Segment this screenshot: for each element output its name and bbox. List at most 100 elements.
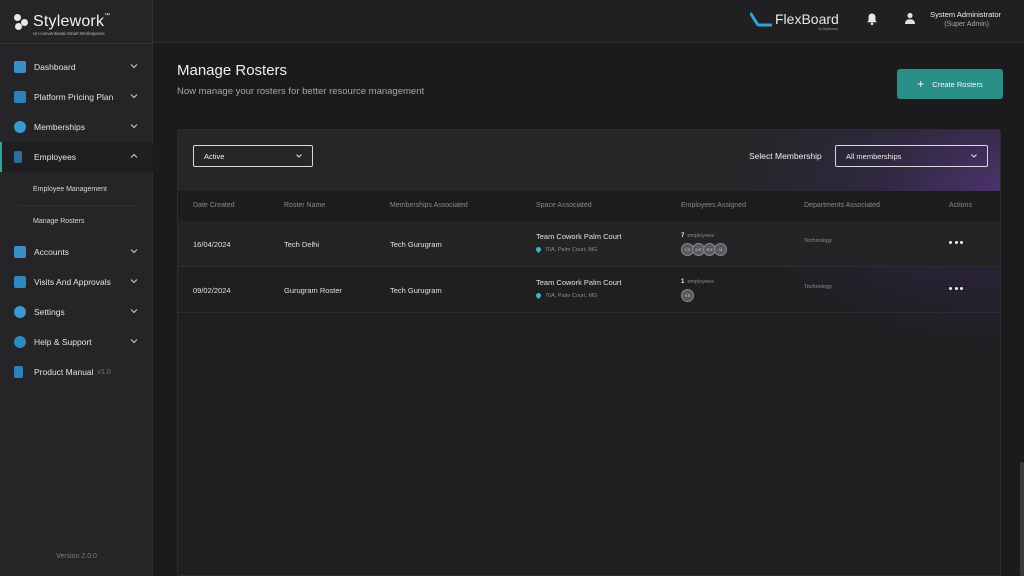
date-created: 16/04/2024 bbox=[193, 240, 231, 249]
sidebar-subitem-label: Employee Management bbox=[33, 186, 107, 193]
column-header[interactable]: Memberships Associated bbox=[390, 202, 468, 209]
roster-name: Gurugram Roster bbox=[284, 286, 342, 295]
sidebar-item-label: Product Manual bbox=[34, 367, 94, 377]
flexboard-logo-icon bbox=[750, 12, 772, 27]
flexboard-logo[interactable]: FlexBoard by Stylework bbox=[750, 10, 846, 32]
settings-icon bbox=[14, 306, 26, 318]
rosters-card: Active Select Membership All memberships… bbox=[177, 129, 1001, 576]
status-select[interactable]: Active bbox=[193, 145, 313, 167]
stylework-logo[interactable]: Stylework™ Un-conventional Smart Workspa… bbox=[14, 12, 144, 42]
department-associated: Technology bbox=[804, 238, 832, 244]
sidebar-item-label: Platform Pricing Plan bbox=[34, 92, 114, 102]
brand-trademark: ™ bbox=[104, 13, 111, 19]
sidebar-item-accounts[interactable]: Accounts bbox=[0, 237, 153, 267]
help-icon bbox=[14, 336, 26, 348]
sidebar-item-help-support[interactable]: Help & Support bbox=[0, 327, 153, 357]
avatar: V.S bbox=[681, 289, 694, 302]
space-location: 70A, Palm Court, MG bbox=[534, 246, 598, 254]
sidebar-nav: Dashboard Platform Pricing Plan Membersh… bbox=[0, 52, 153, 387]
brand-name: Stylework bbox=[33, 13, 105, 30]
chevron-down-icon bbox=[130, 339, 138, 344]
page-title: Manage Rosters bbox=[177, 62, 288, 79]
membership-select-value: All memberships bbox=[846, 151, 902, 161]
chevron-down-icon bbox=[971, 154, 977, 158]
chevron-down-icon bbox=[130, 64, 138, 69]
sidebar-subitem-label: Manage Rosters bbox=[33, 218, 85, 225]
department-associated: Technology bbox=[804, 284, 832, 290]
membership-icon bbox=[14, 121, 26, 133]
page-subtitle: Now manage your rosters for better resou… bbox=[177, 86, 425, 97]
space-location-text: 70A, Palm Court, MG bbox=[545, 247, 598, 253]
create-rosters-label: Create Rosters bbox=[932, 79, 983, 89]
column-header[interactable]: Space Associated bbox=[536, 202, 592, 209]
avatar-more: +4 bbox=[714, 243, 727, 256]
sidebar-item-employees[interactable]: Employees bbox=[0, 142, 153, 172]
chevron-down-icon bbox=[130, 309, 138, 314]
sidebar: Stylework™ Un-conventional Smart Workspa… bbox=[0, 0, 153, 576]
sidebar-divider bbox=[0, 43, 153, 44]
avatar-group[interactable]: V.S D.R R.S +4 bbox=[681, 243, 727, 256]
create-rosters-button[interactable]: + Create Rosters bbox=[897, 69, 1003, 99]
accounts-icon bbox=[14, 246, 26, 258]
chevron-down-icon bbox=[296, 154, 302, 158]
employees-assigned: 1 employees bbox=[681, 276, 714, 285]
dashboard-icon bbox=[14, 61, 26, 73]
topbar: FlexBoard by Stylework System Administra… bbox=[153, 0, 1024, 43]
membership-associated: Tech Gurugram bbox=[390, 286, 442, 295]
employees-icon bbox=[14, 151, 22, 163]
column-header[interactable]: Date Created bbox=[193, 202, 235, 209]
column-header[interactable]: Employees Assigned bbox=[681, 202, 746, 209]
sidebar-item-label: Help & Support bbox=[34, 337, 92, 347]
space-location: 70A, Palm Court, MG bbox=[534, 292, 597, 300]
sidebar-item-label: Dashboard bbox=[34, 62, 76, 72]
membership-select[interactable]: All memberships bbox=[835, 145, 988, 167]
sidebar-subitem-manage-rosters[interactable]: Manage Rosters bbox=[0, 206, 153, 237]
plus-icon: + bbox=[917, 77, 925, 91]
table-row[interactable]: 16/04/2024 Tech Delhi Tech Gurugram Team… bbox=[178, 221, 1000, 267]
sidebar-item-product-manual[interactable]: Product Manual v1.0 bbox=[0, 357, 153, 387]
manual-version: v1.0 bbox=[97, 368, 111, 376]
roster-name: Tech Delhi bbox=[284, 240, 320, 249]
employee-count: 7 bbox=[681, 233, 685, 239]
user-role: (Super Admin) bbox=[944, 21, 989, 28]
bell-icon[interactable] bbox=[865, 12, 879, 26]
avatar-group[interactable]: V.S bbox=[681, 289, 694, 302]
chevron-down-icon bbox=[130, 279, 138, 284]
sidebar-item-visits-and-approvals[interactable]: Visits And Approvals bbox=[0, 267, 153, 297]
sidebar-item-label: Memberships bbox=[34, 122, 86, 132]
brand-tagline: Un-conventional Smart Workspaces bbox=[33, 31, 105, 36]
sidebar-item-settings[interactable]: Settings bbox=[0, 297, 153, 327]
app-version: Version 2.0.0 bbox=[56, 553, 97, 560]
space-associated: Team Cowork Palm Court bbox=[536, 232, 622, 241]
user-name[interactable]: System Administrator bbox=[913, 10, 1001, 19]
employee-word: employees bbox=[687, 279, 714, 285]
pricing-icon bbox=[14, 91, 26, 103]
sidebar-item-memberships[interactable]: Memberships bbox=[0, 112, 153, 142]
more-actions-icon[interactable] bbox=[949, 287, 963, 291]
sidebar-item-label: Visits And Approvals bbox=[34, 277, 111, 287]
column-header: Actions bbox=[949, 202, 972, 209]
sidebar-subitem-employee-management[interactable]: Employee Management bbox=[0, 174, 153, 205]
column-header[interactable]: Departments Associated bbox=[804, 202, 880, 209]
membership-select-label: Select Membership bbox=[749, 151, 822, 161]
table-row[interactable]: 09/02/2024 Gurugram Roster Tech Gurugram… bbox=[178, 267, 1000, 313]
sidebar-item-platform-pricing-plan[interactable]: Platform Pricing Plan bbox=[0, 82, 153, 112]
location-pin-icon bbox=[534, 292, 543, 300]
manual-icon bbox=[14, 366, 23, 378]
sidebar-item-label: Settings bbox=[34, 307, 65, 317]
more-actions-icon[interactable] bbox=[949, 241, 963, 245]
sidebar-item-dashboard[interactable]: Dashboard bbox=[0, 52, 153, 82]
chevron-up-icon bbox=[130, 153, 138, 158]
visits-icon bbox=[14, 276, 26, 288]
column-header[interactable]: Roster Name bbox=[284, 202, 325, 209]
sidebar-item-label: Employees bbox=[34, 152, 77, 162]
page-scrollbar[interactable] bbox=[1020, 462, 1024, 576]
stylework-logo-icon bbox=[14, 14, 30, 30]
membership-associated: Tech Gurugram bbox=[390, 240, 442, 249]
sidebar-item-label: Accounts bbox=[34, 247, 69, 257]
employee-count: 1 bbox=[681, 279, 685, 285]
date-created: 09/02/2024 bbox=[193, 286, 231, 295]
space-associated: Team Cowork Palm Court bbox=[536, 278, 622, 287]
employees-assigned: 7 employees bbox=[681, 230, 714, 239]
product-name: FlexBoard bbox=[775, 11, 839, 27]
